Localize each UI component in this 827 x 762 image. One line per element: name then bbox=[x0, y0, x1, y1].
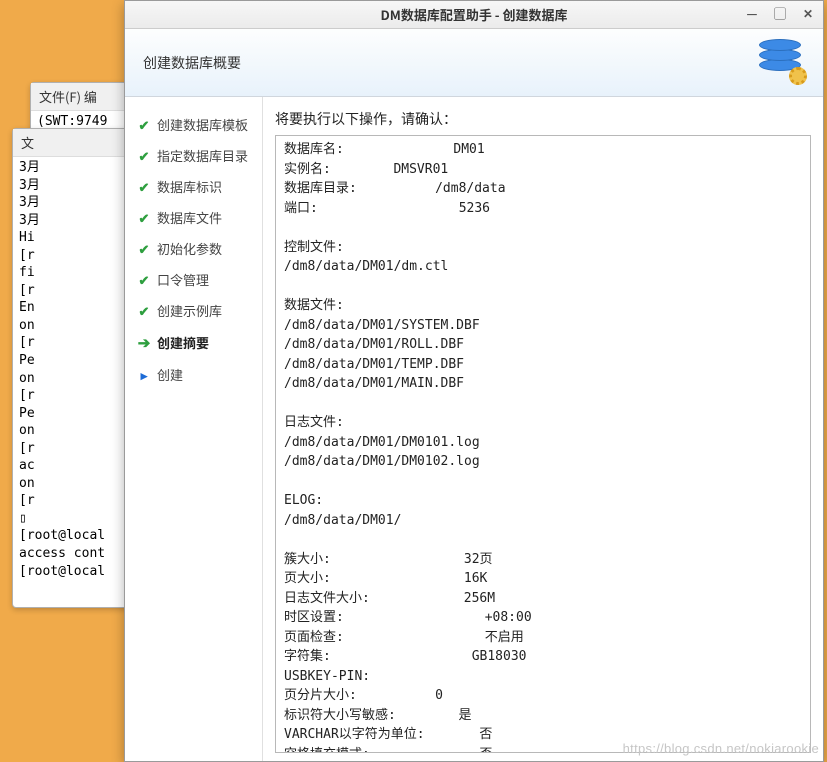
check-icon: ✔ bbox=[137, 177, 151, 196]
step-5[interactable]: ✔ 口令管理 bbox=[125, 264, 262, 295]
window-title: DM数据库配置助手 - 创建数据库 bbox=[380, 5, 567, 24]
maximize-button[interactable]: ▢ bbox=[771, 4, 789, 22]
step-4[interactable]: ✔ 初始化参数 bbox=[125, 233, 262, 264]
step-label: 创建 bbox=[157, 365, 183, 384]
step-label: 数据库标识 bbox=[157, 177, 222, 196]
arrow-current-icon: ➔ bbox=[137, 332, 151, 353]
titlebar: DM数据库配置助手 - 创建数据库 — ▢ ✕ bbox=[125, 1, 823, 29]
check-icon: ✔ bbox=[137, 115, 151, 134]
step-label: 初始化参数 bbox=[157, 239, 222, 258]
step-7[interactable]: ➔ 创建摘要 bbox=[125, 326, 262, 359]
step-8[interactable]: ▸ 创建 bbox=[125, 359, 262, 390]
confirm-prompt: 将要执行以下操作，请确认： bbox=[275, 109, 811, 129]
step-label: 口令管理 bbox=[157, 270, 209, 289]
steps-sidebar: ✔创建数据库模板✔指定数据库目录✔数据库标识✔数据库文件✔初始化参数✔口令管理✔… bbox=[125, 97, 263, 761]
step-label: 创建数据库模板 bbox=[157, 115, 248, 134]
check-icon: ✔ bbox=[137, 208, 151, 227]
step-label: 数据库文件 bbox=[157, 208, 222, 227]
step-label: 创建摘要 bbox=[157, 333, 209, 352]
wizard-window: DM数据库配置助手 - 创建数据库 — ▢ ✕ 创建数据库概要 ✔ 创建数据库模板… bbox=[124, 0, 824, 762]
step-2[interactable]: ✔ 数据库标识 bbox=[125, 171, 262, 202]
step-3[interactable]: ✔ 数据库文件 bbox=[125, 202, 262, 233]
header-title: 创建数据库概要 bbox=[143, 53, 241, 73]
close-button[interactable]: ✕ bbox=[799, 4, 817, 22]
step-label: 创建示例库 bbox=[157, 301, 222, 320]
check-icon: ✔ bbox=[137, 239, 151, 258]
check-icon: ✔ bbox=[137, 146, 151, 165]
step-label: 指定数据库目录 bbox=[157, 146, 248, 165]
check-icon: ✔ bbox=[137, 270, 151, 289]
content-pane: 将要执行以下操作，请确认： 数据库名: DM01 实例名: DMSVR01 数据… bbox=[263, 97, 823, 761]
step-1[interactable]: ✔ 指定数据库目录 bbox=[125, 140, 262, 171]
summary-textarea[interactable]: 数据库名: DM01 实例名: DMSVR01 数据库目录: /dm8/data… bbox=[275, 135, 811, 753]
database-icon bbox=[759, 39, 809, 89]
step-0[interactable]: ✔ 创建数据库模板 bbox=[125, 109, 262, 140]
minimize-button[interactable]: — bbox=[743, 4, 761, 22]
arrow-pending-icon: ▸ bbox=[137, 365, 151, 384]
wizard-header: 创建数据库概要 bbox=[125, 29, 823, 97]
check-icon: ✔ bbox=[137, 301, 151, 320]
step-6[interactable]: ✔ 创建示例库 bbox=[125, 295, 262, 326]
